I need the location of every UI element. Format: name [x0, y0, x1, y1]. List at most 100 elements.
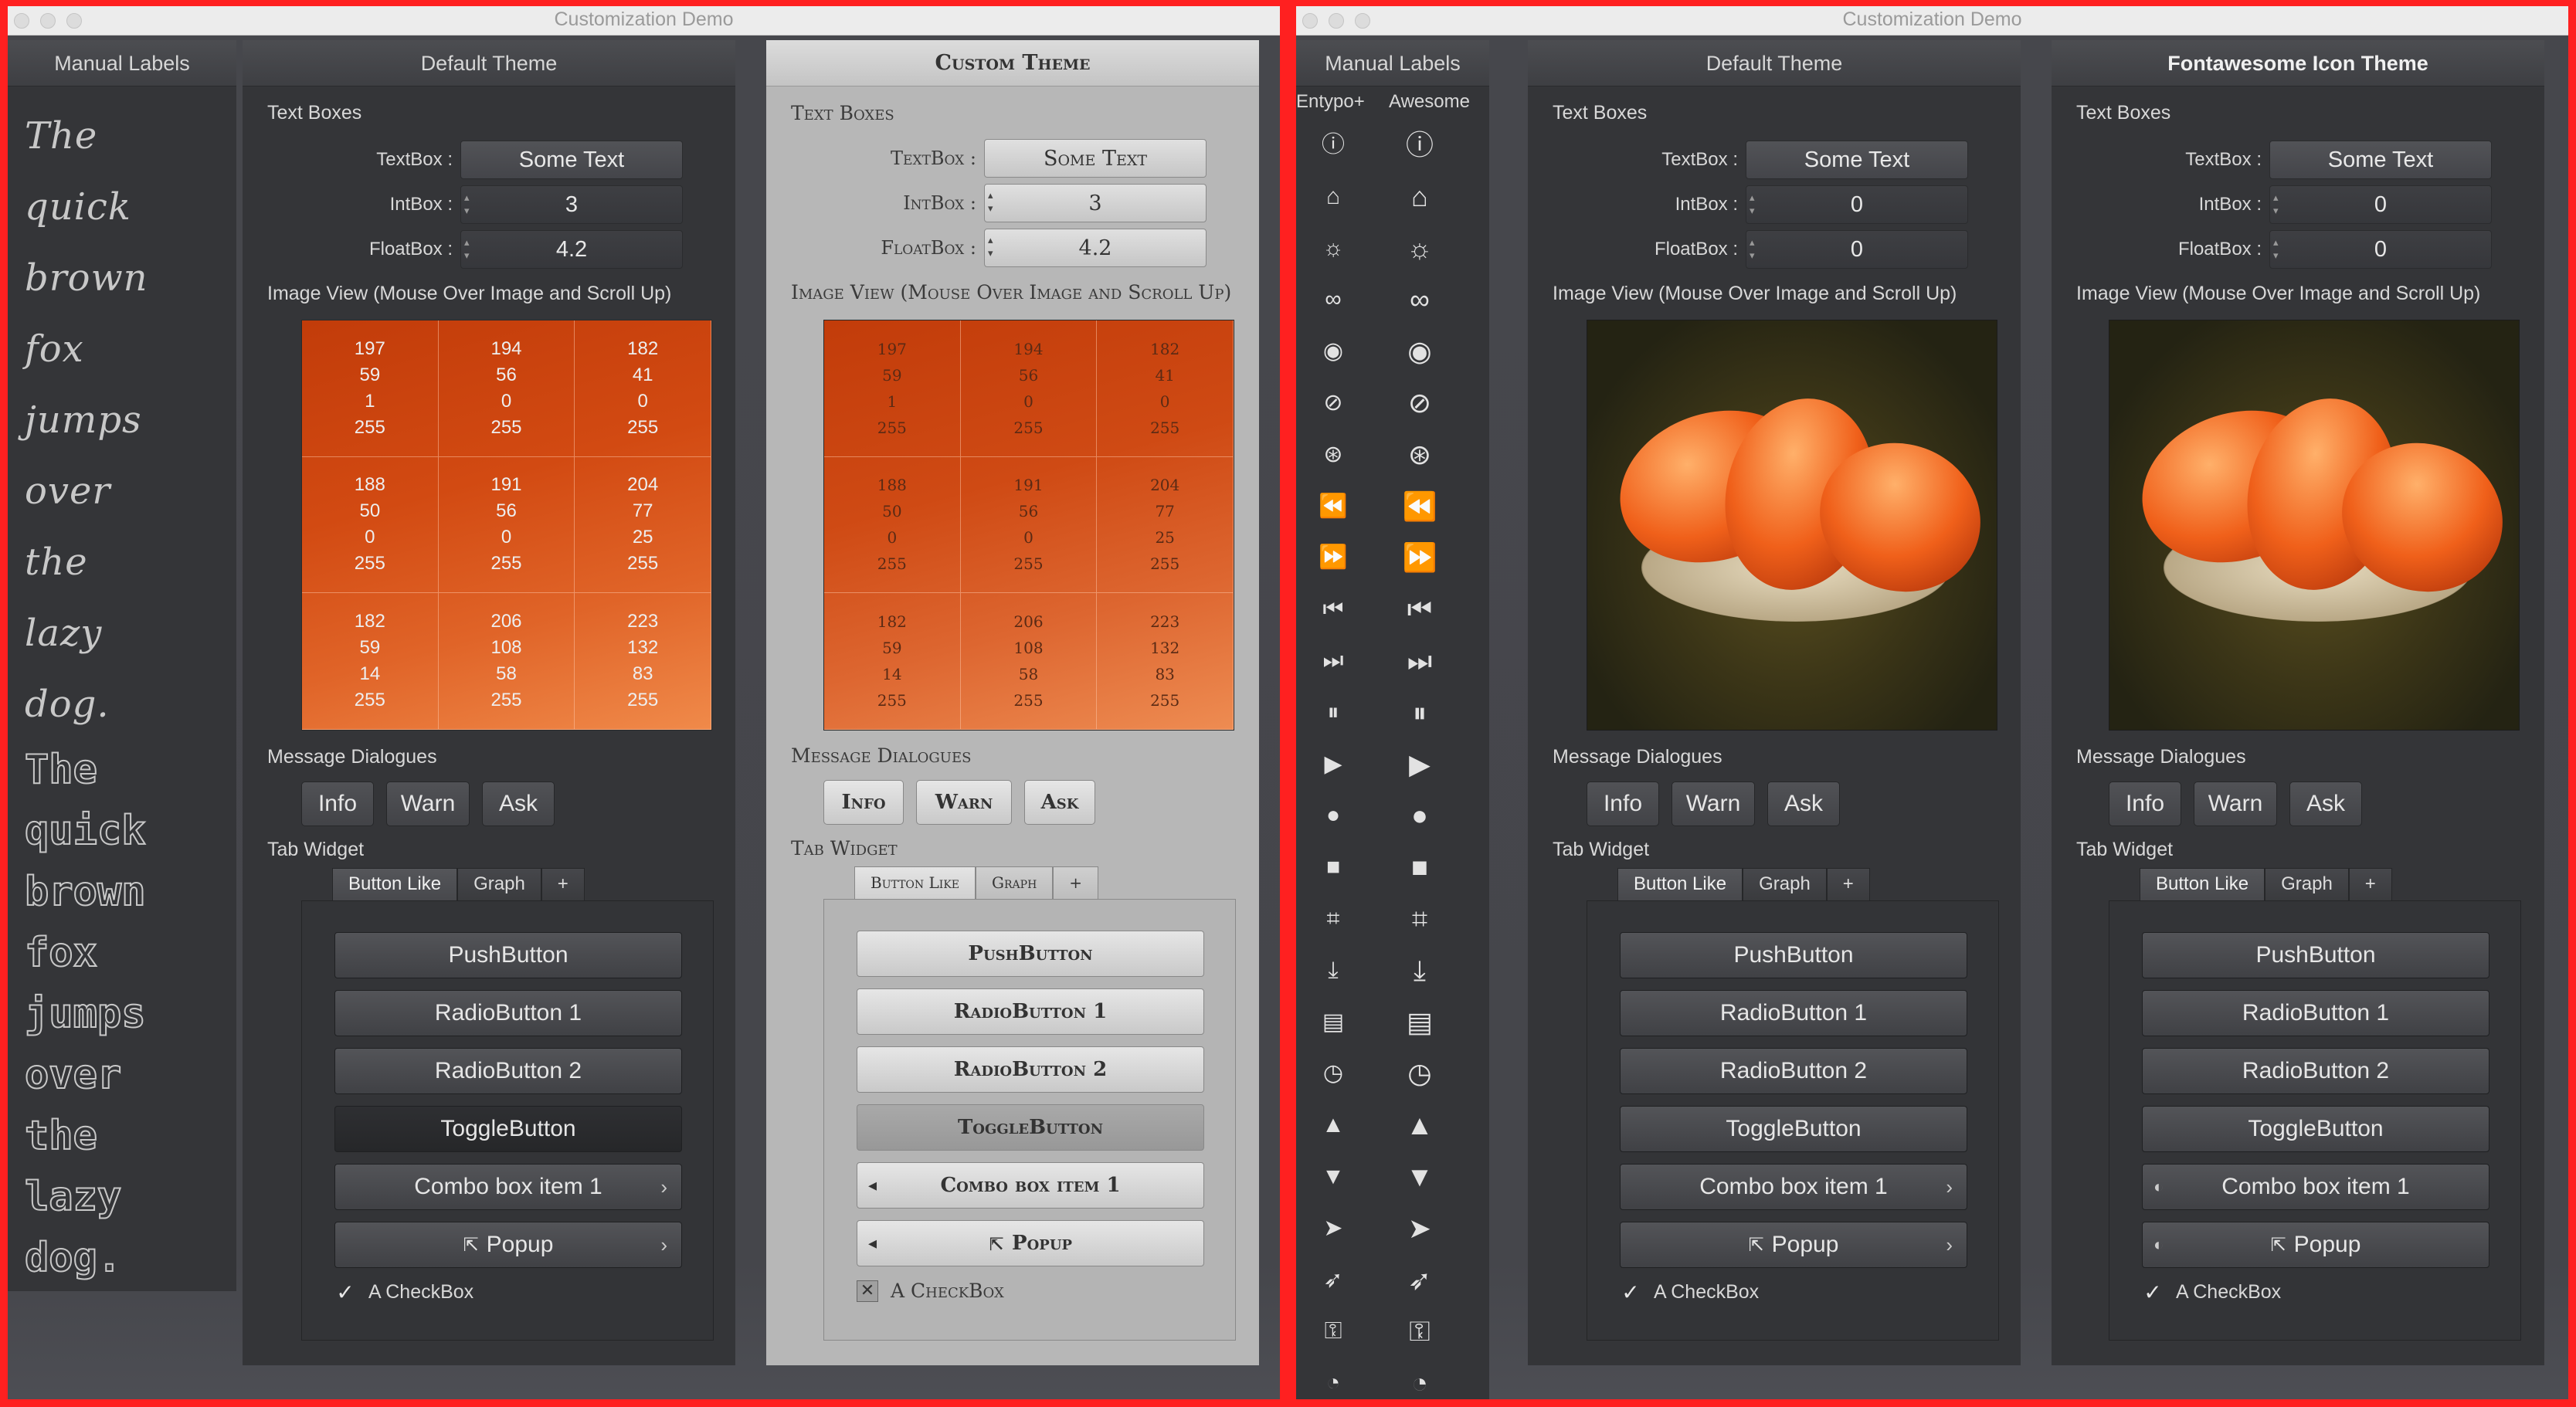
toggle-button[interactable]: ToggleButton [857, 1104, 1204, 1151]
intbox-field[interactable]: ▴ ▾ 0 [2269, 185, 2492, 224]
tab-graph[interactable]: Graph [976, 866, 1054, 899]
info-button[interactable]: Info [823, 780, 904, 825]
tab-add[interactable]: + [541, 868, 585, 900]
radio-button-2[interactable]: RadioButton 2 [334, 1048, 682, 1094]
textbox-field[interactable]: Some Text [2269, 141, 2492, 179]
tab-button-like[interactable]: Button Like [854, 866, 976, 899]
zoom-dot[interactable] [66, 13, 82, 29]
tab-graph[interactable]: Graph [457, 868, 541, 900]
intbox-field[interactable]: ▴ ▾ 0 [1746, 185, 1968, 224]
toggle-button[interactable]: ToggleButton [2142, 1106, 2489, 1152]
tab-graph[interactable]: Graph [1743, 868, 1827, 900]
floatbox-field[interactable]: ▴ ▾ 0 [2269, 230, 2492, 269]
spinner-icon[interactable]: ▴ ▾ [2273, 236, 2284, 263]
tab-button-like[interactable]: Button Like [332, 868, 458, 900]
play-icon: ▶ [1324, 751, 1342, 777]
popup-button[interactable]: ◂ ⇱ Popup [857, 1220, 1204, 1266]
pixel-channel-value: 188 [877, 476, 907, 495]
radio-button-2[interactable]: RadioButton 2 [857, 1046, 1204, 1093]
radio-button-1[interactable]: RadioButton 1 [1620, 990, 1967, 1036]
ask-button[interactable]: Ask [2289, 781, 2362, 826]
popup-button[interactable]: ⇱ Popup › [334, 1222, 682, 1268]
floatbox-label: FloatBox : [368, 239, 453, 259]
close-dot[interactable] [1302, 13, 1318, 29]
ask-button[interactable]: Ask [1767, 781, 1840, 826]
warn-button[interactable]: Warn [2194, 781, 2277, 826]
info-button[interactable]: Info [301, 781, 374, 826]
minimize-dot[interactable] [40, 13, 56, 29]
spinner-icon[interactable]: ▴ ▾ [464, 191, 475, 219]
push-button[interactable]: PushButton [2142, 932, 2489, 978]
pixel-channel-value: 58 [496, 663, 517, 685]
intbox-value: 0 [1850, 192, 1864, 217]
close-dot[interactable] [14, 13, 29, 29]
textbox-field[interactable]: Some Text [984, 139, 1207, 178]
info-button[interactable]: Info [1587, 781, 1659, 826]
radio-button-1[interactable]: RadioButton 1 [334, 990, 682, 1036]
radio-button-1[interactable]: RadioButton 1 [857, 988, 1204, 1035]
tab-add[interactable]: + [2348, 868, 2392, 900]
tab-button-like[interactable]: Button Like [2140, 868, 2265, 900]
spinner-icon[interactable]: ▴ ▾ [2273, 191, 2284, 219]
pixel-channel-value: 59 [359, 364, 381, 385]
checkbox[interactable]: ✕ A CheckBox [857, 1280, 1004, 1302]
pixel-channel-value: 1 [365, 390, 375, 412]
pixel-cell: 191 56 0 255 [960, 456, 1098, 594]
spinner-icon[interactable]: ▴ ▾ [464, 236, 475, 263]
push-button[interactable]: PushButton [334, 932, 682, 978]
ask-button[interactable]: Ask [1024, 780, 1095, 825]
tab-button-like[interactable]: Button Like [1617, 868, 1743, 900]
combo-box[interactable]: Combo box item 1 › [1620, 1164, 1967, 1210]
textbox-field[interactable]: Some Text [1746, 141, 1968, 179]
sushi-image[interactable] [1587, 320, 1997, 731]
stop-icon: ■ [1325, 854, 1341, 880]
spinner-icon[interactable]: ▴ ▾ [1750, 191, 1760, 219]
intbox-field[interactable]: ▴ ▾ 3 [984, 184, 1207, 222]
info-button[interactable]: Info [2109, 781, 2181, 826]
tab-graph[interactable]: Graph [2265, 868, 2349, 900]
zoom-dot[interactable] [1355, 13, 1370, 29]
popup-button[interactable]: ◐ ⇱ Popup [2142, 1222, 2489, 1268]
push-button[interactable]: PushButton [857, 931, 1204, 977]
spinner-icon[interactable]: ▴ ▾ [1750, 236, 1760, 263]
floatbox-field[interactable]: ▴ ▾ 4.2 [460, 230, 683, 269]
sushi-image[interactable] [2109, 320, 2520, 731]
image-view-zoomed[interactable]: 197 59 1 255 194 56 0 255 182 41 0 255 188 50 0 255 191 5… [301, 320, 712, 731]
radio-button-2[interactable]: RadioButton 2 [1620, 1048, 1967, 1094]
image-view-zoomed[interactable]: 197 59 1 255 194 56 0 255 182 41 0 255 188 50 0 255 191 5… [823, 320, 1234, 731]
radio-button-1[interactable]: RadioButton 1 [2142, 990, 2489, 1036]
warn-button[interactable]: Warn [916, 780, 1012, 825]
toggle-button[interactable]: ToggleButton [334, 1106, 682, 1152]
checkbox-label: A CheckBox [368, 1281, 474, 1303]
checkbox[interactable]: ✓ A CheckBox [1620, 1280, 1759, 1304]
pixel-channel-value: 223 [627, 611, 659, 632]
warn-button[interactable]: Warn [386, 781, 470, 826]
combo-box[interactable]: ◂ Combo box item 1 [857, 1162, 1204, 1209]
push-button[interactable]: PushButton [1620, 932, 1967, 978]
tab-add[interactable]: + [1053, 866, 1099, 899]
section-message-dialogues: Message Dialogues [267, 746, 437, 768]
icon-labels-panel: Manual Labels Entypo+ Awesome ⓘ ⓘ ⌂ ⌂ ☼ ☼ ∞ ∞ ◉ ◉… [1296, 40, 1489, 1399]
checkbox[interactable]: ✓ A CheckBox [2142, 1280, 2281, 1304]
combo-box[interactable]: Combo box item 1 › [334, 1164, 682, 1210]
ask-button[interactable]: Ask [482, 781, 555, 826]
minimize-dot[interactable] [1329, 13, 1344, 29]
floatbox-field[interactable]: ▴ ▾ 0 [1746, 230, 1968, 269]
spinner-icon[interactable]: ▴ ▾ [988, 234, 999, 262]
tab-add[interactable]: + [1826, 868, 1870, 900]
combo-box[interactable]: ◐ Combo box item 1 [2142, 1164, 2489, 1210]
toggle-button[interactable]: ToggleButton [1620, 1106, 1967, 1152]
pixel-channel-value: 197 [877, 339, 907, 358]
section-text-boxes: Text Boxes [791, 102, 894, 124]
spinner-icon[interactable]: ▴ ▾ [988, 189, 999, 217]
floatbox-field[interactable]: ▴ ▾ 4.2 [984, 229, 1207, 267]
warn-button[interactable]: Warn [1672, 781, 1755, 826]
intbox-field[interactable]: ▴ ▾ 3 [460, 185, 683, 224]
textbox-field[interactable]: Some Text [460, 141, 683, 179]
popup-button[interactable]: ⇱ Popup › [1620, 1222, 1967, 1268]
checkbox[interactable]: ✓ A CheckBox [334, 1280, 474, 1304]
clock-icon: ◷ [1407, 1057, 1432, 1090]
pixel-channel-value: 108 [1013, 639, 1044, 658]
popup-label: Popup [2293, 1232, 2361, 1257]
radio-button-2[interactable]: RadioButton 2 [2142, 1048, 2489, 1094]
